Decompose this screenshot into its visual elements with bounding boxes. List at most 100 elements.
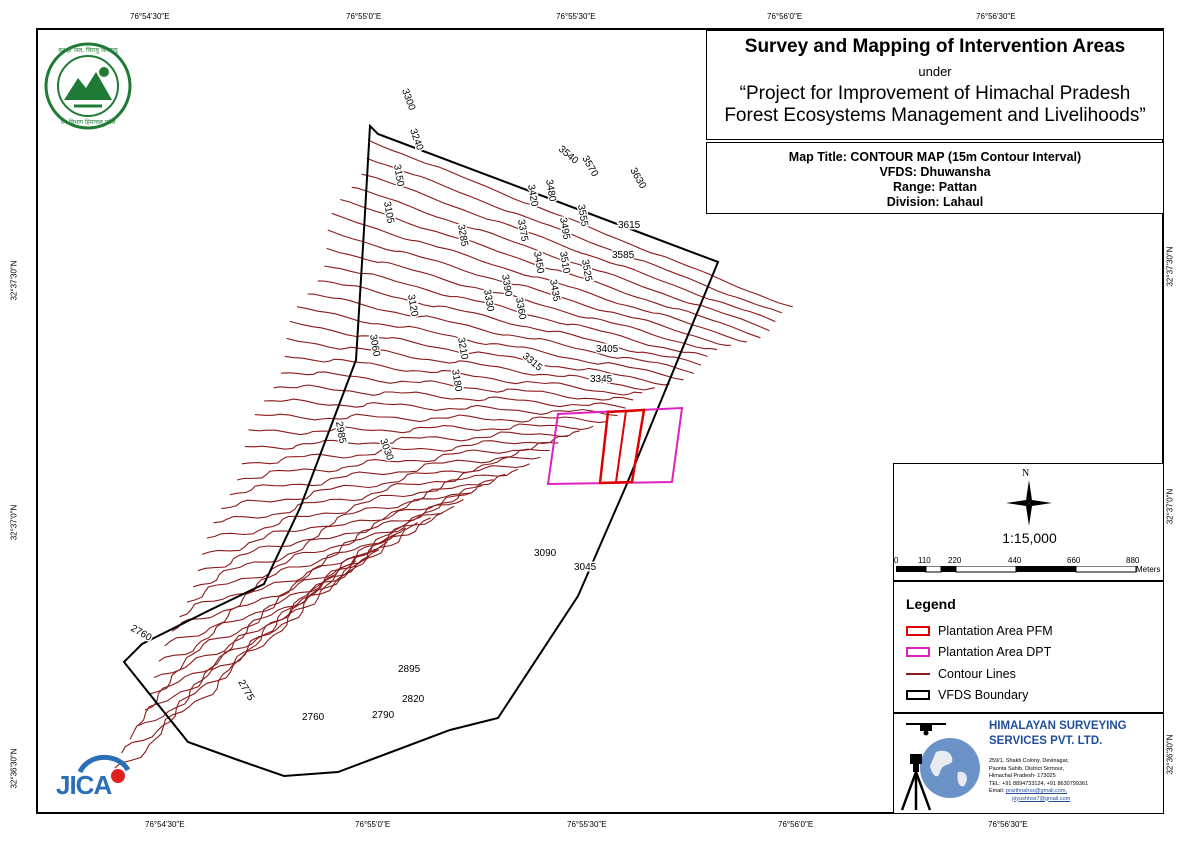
contour-label: 3375 (515, 219, 530, 243)
contour-label: 3630 (627, 166, 648, 191)
lon-top-3: 76°55'30"E (556, 12, 596, 21)
contour-label: 2790 (372, 710, 395, 721)
contour-label: 2985 (333, 421, 348, 445)
lon-bottom-5: 76°56'30"E (988, 820, 1028, 829)
contour-line (137, 541, 388, 726)
contour-label: 2895 (398, 664, 421, 675)
contour-label: 3315 (520, 351, 544, 374)
legend: Legend Plantation Area PFM Plantation Ar… (893, 581, 1164, 713)
scale-tick-110: 110 (918, 556, 931, 565)
lat-left-2: 32°37'0"N (9, 504, 19, 541)
map-title: Map Title: CONTOUR MAP (15m Contour Inte… (788, 150, 1082, 164)
contour-label: 3030 (377, 437, 395, 462)
company-email-label: Email: (989, 788, 1005, 794)
north-arrow-icon (1006, 480, 1052, 526)
contour-label: 3120 (405, 294, 420, 318)
project-title-line-2: Forest Ecosystems Management and Livelih… (724, 105, 1146, 126)
company-address-line-1: 259/1, Shakti Colony, Devinagar, (989, 758, 1069, 764)
legend-item-pfm: Plantation Area PFM (906, 624, 1053, 638)
company-tel: TEL: +91 8894733124, +91 8630799361 (989, 780, 1089, 787)
contour-line (179, 499, 464, 618)
legend-swatch-boundary (906, 690, 930, 700)
project-title-line-1: “Project for Improvement of Himachal Pra… (739, 83, 1131, 104)
title-under: under (918, 64, 952, 79)
scale-unit: Meters (1136, 565, 1161, 574)
project-title: “Project for Improvement of Himachal Pra… (707, 83, 1163, 127)
contour-label: 3570 (579, 154, 600, 179)
legend-title: Legend (906, 596, 956, 612)
jica-logo: JICA (52, 748, 132, 804)
lon-top-2: 76°55'0"E (346, 12, 382, 21)
contour-line (254, 413, 607, 424)
contour-line (221, 456, 541, 510)
contour-label: 3045 (574, 562, 597, 573)
contour-label: 3345 (590, 374, 613, 385)
contour-label: 3450 (531, 251, 546, 275)
legend-label-boundary: VFDS Boundary (938, 688, 1029, 702)
legend-swatch-dpt (906, 647, 930, 657)
company-name-line-1: HIMALAYAN SURVEYING (989, 720, 1127, 732)
hp-forest-logo-text-bottom: वन विभाग हिमाचल प्रदेश (60, 119, 116, 126)
contour-label: 3300 (399, 87, 417, 112)
lon-bottom-1: 76°54'30"E (145, 820, 185, 829)
lon-top-5: 76°56'30"E (976, 12, 1016, 21)
company-address-line-3: Himachal Pradesh- 173025 (989, 773, 1056, 779)
contour-line (340, 198, 761, 339)
legend-label-contour: Contour Lines (938, 667, 1016, 681)
contour-label: 3435 (547, 279, 562, 303)
contour-line (186, 491, 473, 603)
contour-line (236, 441, 559, 481)
contour-line (206, 468, 519, 539)
scale-tick-880: 880 (1126, 556, 1140, 565)
lat-right-2: 32°37'0"N (1165, 488, 1175, 525)
legend-item-contour: Contour Lines (906, 667, 1016, 681)
contour-label: 3555 (575, 204, 590, 228)
legend-label-pfm: Plantation Area PFM (938, 624, 1053, 638)
contour-label: 3405 (596, 344, 619, 355)
hp-forest-logo: वन ही जल, चिरायु जलवायु वन विभाग हिमाचल … (44, 42, 132, 130)
scale-box: N 1:15,000 0 110 220 440 660 880 Meters (893, 463, 1164, 581)
contour-line (197, 479, 494, 572)
contour-label: 2775 (235, 678, 256, 703)
contour-label: 3090 (534, 548, 557, 559)
survey-tripod-icon (900, 754, 932, 811)
lon-top-4: 76°56'0"E (767, 12, 803, 21)
contour-line (248, 423, 594, 436)
company-box: HIMALAYAN SURVEYING SERVICES PVT. LTD. 2… (893, 713, 1164, 814)
jica-logo-text: JICA (56, 770, 112, 800)
contour-label: 3525 (579, 259, 594, 283)
scale-ratio: 1:15,000 (1002, 530, 1057, 546)
division-name: Division: Lahaul (886, 195, 984, 209)
range-name: Range: Pattan (892, 180, 978, 194)
lat-left-1: 32°37'30"N (9, 260, 19, 301)
company-address-line-2: Paonta Sahib, District Sirmour, (989, 765, 1064, 772)
map-main-title: Survey and Mapping of Intervention Areas (744, 36, 1126, 57)
legend-label-dpt: Plantation Area DPT (938, 645, 1052, 659)
company-email-row: Email: prarthnahss@gmail.com, (989, 788, 1088, 796)
contour-label: 2760 (302, 712, 325, 723)
company-email-1[interactable]: prarthnahss@gmail.com, (1006, 788, 1067, 794)
company-name-line-2: SERVICES PVT. LTD. (989, 735, 1103, 747)
contour-label: 2820 (402, 694, 425, 705)
legend-item-boundary: VFDS Boundary (906, 688, 1028, 702)
company-email-2[interactable]: piyushhss7@gmail.com (1012, 796, 1088, 804)
map-info-box: Map Title: CONTOUR MAP (15m Contour Inte… (706, 142, 1164, 214)
plantation-area-dpt (546, 406, 684, 486)
lon-bottom-2: 76°55'0"E (355, 820, 391, 829)
lat-right-3: 32°36'30"N (1165, 734, 1175, 775)
contour-label: 3585 (612, 250, 635, 261)
contour-label: 3180 (449, 369, 464, 393)
contour-label: 3495 (557, 217, 572, 241)
contour-line (213, 463, 530, 524)
contour-label: 3540 (556, 144, 580, 167)
company-address: 259/1, Shakti Colony, Devinagar, Paonta … (989, 758, 1088, 803)
contour-label: 3240 (407, 127, 425, 152)
lon-bottom-3: 76°55'30"E (567, 820, 607, 829)
scale-tick-220: 220 (948, 556, 962, 565)
contour-label: 3615 (618, 220, 641, 231)
title-box: Survey and Mapping of Intervention Areas… (706, 30, 1164, 140)
contour-lines (114, 139, 793, 769)
drone-icon (906, 723, 946, 736)
lat-left-3: 32°36'30"N (9, 748, 19, 789)
scale-tick-0: 0 (894, 556, 899, 565)
